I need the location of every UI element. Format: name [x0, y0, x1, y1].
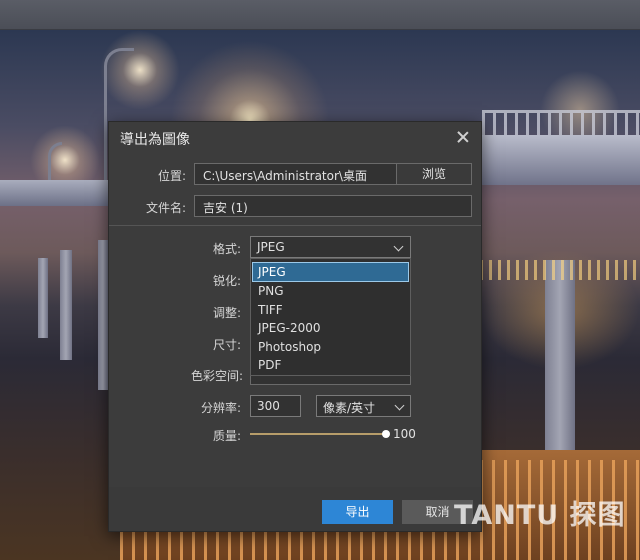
filename-field[interactable]: 吉安 (1) — [194, 195, 472, 217]
quality-slider-track[interactable] — [250, 433, 384, 435]
format-option[interactable]: PNG — [253, 282, 408, 300]
bridge-pillar — [60, 250, 72, 360]
watermark-logo: TANTU 探图 — [454, 500, 626, 531]
export-image-dialog: 導出為圖像 位置: C:\Users\Administrator\桌面 浏览 文… — [108, 121, 482, 532]
resolution-label: 分辨率: — [201, 401, 242, 415]
sharpen-label: 锐化: — [213, 274, 242, 288]
format-option[interactable]: JPEG — [252, 262, 409, 282]
app-top-bar — [0, 0, 640, 30]
divider — [109, 225, 481, 226]
bridge-railing — [482, 110, 640, 136]
chevron-down-icon — [393, 241, 404, 252]
bridge-deck — [482, 135, 640, 185]
chevron-down-icon — [394, 400, 405, 411]
format-option[interactable]: JPEG-2000 — [253, 319, 408, 337]
format-select[interactable]: JPEG — [250, 236, 411, 258]
quality-label: 质量: — [213, 429, 242, 443]
browse-button[interactable]: 浏览 — [396, 163, 472, 185]
location-label: 位置: — [158, 169, 187, 183]
colorspace-label: 色彩空间: — [191, 369, 244, 383]
bridge-pillar — [38, 258, 48, 338]
city-lights — [480, 260, 640, 280]
bridge-deck — [0, 180, 115, 206]
resolution-unit-select[interactable]: 像素/英寸 — [316, 395, 411, 417]
adjust-label: 调整: — [213, 306, 242, 320]
format-option[interactable]: Photoshop — [253, 338, 408, 356]
bridge-pillar — [545, 260, 575, 460]
quality-value: 100 — [393, 427, 416, 441]
format-option[interactable]: PDF — [253, 356, 408, 374]
quality-slider-handle[interactable] — [382, 430, 390, 438]
filename-label: 文件名: — [146, 201, 187, 215]
dialog-title: 導出為圖像 — [120, 132, 190, 148]
export-button[interactable]: 导出 — [322, 500, 393, 524]
format-dropdown-list: JPEG PNG TIFF JPEG-2000 Photoshop PDF — [250, 258, 411, 376]
resolution-unit-value: 像素/英寸 — [323, 401, 376, 415]
format-selected-value: JPEG — [257, 240, 285, 254]
dialog-titlebar: 導出為圖像 — [109, 122, 481, 152]
location-field[interactable]: C:\Users\Administrator\桌面 — [194, 163, 397, 185]
format-option[interactable]: TIFF — [253, 301, 408, 319]
resolution-input[interactable]: 300 — [250, 395, 301, 417]
format-label: 格式: — [213, 242, 242, 256]
size-label: 尺寸: — [213, 338, 242, 352]
close-icon[interactable] — [455, 129, 471, 145]
bridge-pillar — [98, 240, 108, 390]
